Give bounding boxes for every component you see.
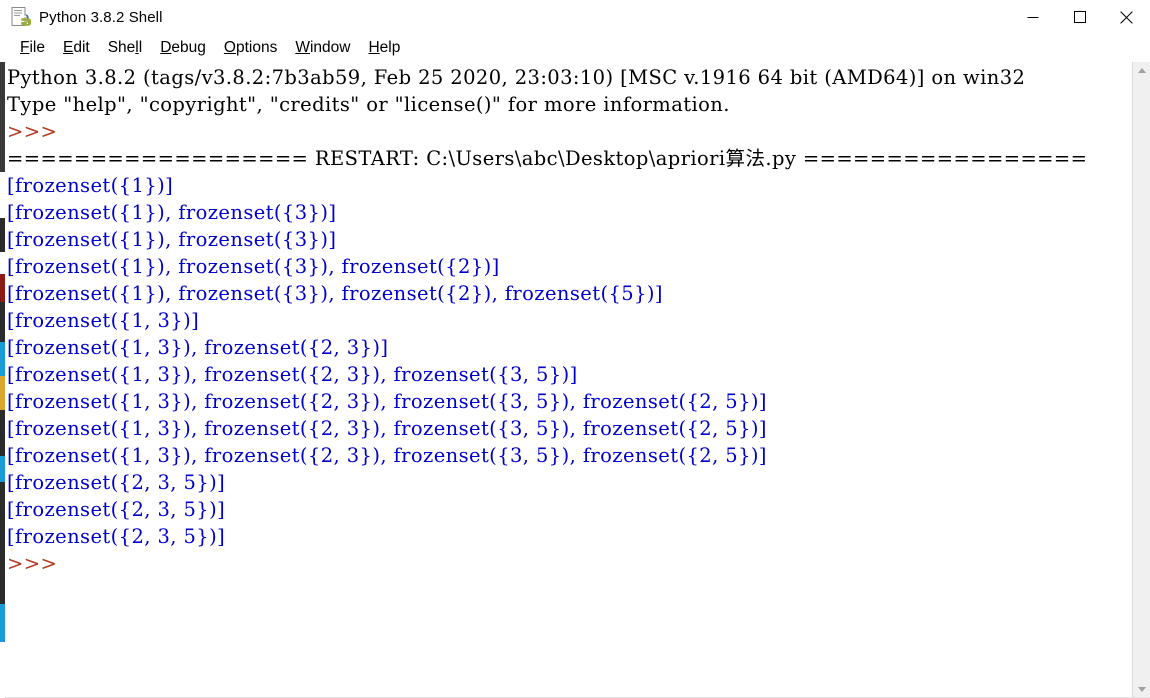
- console-line-output: [frozenset({1, 3})]: [7, 309, 200, 332]
- console-line-output: [frozenset({1}), frozenset({3})]: [7, 228, 337, 251]
- menu-item-debug[interactable]: Debug: [151, 37, 215, 59]
- minimize-button[interactable]: [1009, 0, 1056, 34]
- console-lines[interactable]: Python 3.8.2 (tags/v3.8.2:7b3ab59, Feb 2…: [7, 64, 1132, 577]
- console-line-output: [frozenset({1})]: [7, 174, 174, 197]
- console-line-restart: ================== RESTART: C:\Users\abc…: [7, 147, 1088, 170]
- idle-shell-window: Python 3.8.2 Shell File Edit Shell Debug…: [0, 0, 1150, 698]
- console-line-output: [frozenset({1, 3}), frozenset({2, 3}), f…: [7, 417, 767, 440]
- maximize-button[interactable]: [1056, 0, 1103, 34]
- console-line-output: [frozenset({1}), frozenset({3}), frozens…: [7, 282, 663, 305]
- menu-item-edit[interactable]: Edit: [54, 37, 99, 59]
- console-line-prompt: >>>: [7, 552, 58, 575]
- console-line-output: [frozenset({1}), frozenset({3})]: [7, 201, 337, 224]
- scroll-down-arrow-icon[interactable]: [1133, 681, 1150, 698]
- menu-item-options[interactable]: Options: [215, 37, 286, 59]
- console-line-output: [frozenset({1}), frozenset({3}), frozens…: [7, 255, 500, 278]
- menu-item-help[interactable]: Help: [359, 37, 409, 59]
- close-button[interactable]: [1103, 0, 1150, 34]
- menu-item-shell[interactable]: Shell: [99, 37, 152, 59]
- console-line-output: [frozenset({2, 3, 5})]: [7, 525, 226, 548]
- vertical-scrollbar[interactable]: [1132, 62, 1150, 698]
- console-line-output: [frozenset({1, 3}), frozenset({2, 3}), f…: [7, 444, 767, 467]
- window-title: Python 3.8.2 Shell: [39, 8, 163, 26]
- menu-bar: File Edit Shell Debug Options Window Hel…: [5, 34, 1150, 62]
- console-line-output: [frozenset({1, 3}), frozenset({2, 3}), f…: [7, 390, 767, 413]
- console-line-output: [frozenset({1, 3}), frozenset({2, 3}), f…: [7, 363, 578, 386]
- shell-output-area[interactable]: Python 3.8.2 (tags/v3.8.2:7b3ab59, Feb 2…: [5, 62, 1132, 698]
- console-line-banner: Python 3.8.2 (tags/v3.8.2:7b3ab59, Feb 2…: [7, 66, 1026, 89]
- menu-item-window[interactable]: Window: [286, 37, 359, 59]
- console-line-output: [frozenset({2, 3, 5})]: [7, 471, 226, 494]
- console-line-output: [frozenset({1, 3}), frozenset({2, 3})]: [7, 336, 389, 359]
- console-line-output: [frozenset({2, 3, 5})]: [7, 498, 226, 521]
- shell-text-region: Python 3.8.2 (tags/v3.8.2:7b3ab59, Feb 2…: [5, 62, 1150, 698]
- console-line-banner: Type "help", "copyright", "credits" or "…: [7, 93, 730, 116]
- python-idle-icon: [10, 6, 32, 28]
- window-controls: [1009, 0, 1150, 34]
- console-line-prompt: >>>: [7, 120, 58, 143]
- scroll-up-arrow-icon[interactable]: [1133, 62, 1150, 79]
- menu-item-file[interactable]: File: [11, 37, 54, 59]
- title-bar: Python 3.8.2 Shell: [5, 0, 1150, 34]
